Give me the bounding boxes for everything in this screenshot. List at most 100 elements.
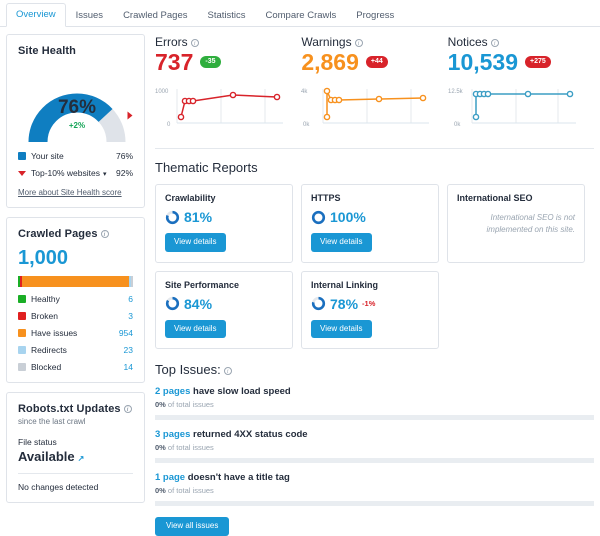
chevron-down-icon[interactable]: ▾	[103, 171, 107, 178]
donut-icon	[165, 210, 180, 224]
notices-axis-bottom: 0k	[454, 122, 461, 128]
thematic-card-internal-linking[interactable]: Internal Linking 78% -1% View details	[301, 270, 439, 350]
metric-notices-value: 10,539	[447, 49, 519, 75]
info-icon[interactable]: i	[354, 39, 363, 47]
metric-warnings-badge: +44	[365, 56, 388, 68]
legend-value-have-issues[interactable]: 954	[119, 328, 133, 338]
donut-icon	[311, 297, 326, 311]
top-issue-3-sub: of total issues	[165, 486, 214, 496]
thematic-reports-title: Thematic Reports	[155, 160, 258, 176]
info-icon[interactable]: i	[490, 39, 499, 47]
legend-swatch-broken	[18, 312, 26, 320]
notices-sparkline: 12.5k 0k	[448, 81, 584, 136]
crawled-row-redirects: Redirects 23	[18, 345, 133, 355]
metric-errors-label: Errors	[155, 35, 188, 49]
crawled-pages-total: 1,000	[18, 247, 69, 269]
legend-row-benchmark[interactable]: Top-10% websites ▾ 92%	[18, 168, 133, 178]
donut-icon	[311, 210, 326, 224]
thematic-card-internal-linking-title: Internal Linking	[311, 279, 379, 290]
thematic-reports-row-1: Crawlability 81% View details HTTPS 100%…	[155, 184, 594, 263]
info-icon[interactable]: i	[123, 405, 132, 413]
metric-notices: Notices i 10,539 +275 12.5k 0k	[448, 35, 594, 136]
tab-compare-crawls[interactable]: Compare Crawls	[256, 4, 347, 28]
legend-value-benchmark: 92%	[115, 168, 133, 178]
left-column: Site Health 76% +2% Your site 76% Top-10…	[6, 34, 145, 536]
top-issue-2-count[interactable]: 3 pages	[155, 429, 190, 440]
view-all-issues-button[interactable]: View all issues	[155, 517, 230, 536]
tab-progress[interactable]: Progress	[346, 4, 404, 28]
top-issue-2-sub: of total issues	[165, 443, 214, 453]
site-health-more-link[interactable]: More about Site Health score	[18, 188, 133, 197]
legend-label-healthy: Healthy	[31, 294, 60, 304]
legend-label-benchmark: Top-10% websites	[31, 168, 100, 178]
metric-errors: Errors i 737 -35 1000 0	[155, 35, 301, 136]
stack-segment-blocked[interactable]	[131, 276, 133, 287]
stack-segment-have-issues[interactable]	[21, 276, 129, 287]
tab-overview[interactable]: Overview	[6, 2, 66, 27]
warnings-axis-bottom: 0k	[303, 122, 310, 128]
top-issue-1-count[interactable]: 2 pages	[155, 386, 190, 397]
metric-notices-label: Notices	[447, 35, 488, 49]
robots-txt-title: Robots.txt Updates	[18, 403, 121, 415]
site-health-title: Site Health	[18, 45, 76, 57]
metric-warnings: Warnings i 2,869 +44 4k 0k	[301, 35, 447, 136]
view-details-button-internal-linking[interactable]: View details	[311, 319, 372, 339]
info-icon[interactable]: i	[190, 39, 199, 47]
legend-value-broken[interactable]: 3	[128, 311, 133, 321]
thematic-card-https-title: HTTPS	[311, 193, 341, 204]
info-icon[interactable]: i	[100, 230, 109, 238]
warnings-sparkline: 4k 0k	[301, 81, 437, 136]
site-health-delta: +2%	[68, 121, 86, 130]
thematic-card-crawlability[interactable]: Crawlability 81% View details	[155, 184, 293, 263]
legend-swatch-your-site	[18, 152, 26, 160]
top-issue-1-sub: of total issues	[165, 400, 214, 410]
thematic-card-international-seo-title: International SEO	[457, 193, 533, 204]
legend-value-redirects[interactable]: 23	[124, 345, 133, 355]
notices-axis-top: 12.5k	[448, 89, 464, 95]
robots-txt-subtitle: since the last crawl	[18, 417, 86, 426]
thematic-card-international-seo-empty: International SEO is not implemented on …	[486, 213, 576, 235]
top-issue-2-pct: 0%	[155, 443, 166, 453]
top-issue-1-pct: 0%	[155, 400, 166, 410]
tab-crawled-pages[interactable]: Crawled Pages	[113, 4, 197, 28]
triangle-marker-icon	[18, 170, 26, 176]
external-link-icon[interactable]: ↗	[78, 454, 85, 463]
view-details-button-site-performance[interactable]: View details	[165, 319, 226, 339]
view-details-button-https[interactable]: View details	[311, 233, 372, 252]
top-issue-3-progress-bar	[155, 501, 594, 507]
legend-label-your-site: Your site	[31, 151, 64, 161]
thematic-card-internal-linking-delta: -1%	[362, 299, 376, 309]
legend-label-have-issues: Have issues	[31, 328, 78, 338]
legend-label-blocked: Blocked	[31, 362, 62, 372]
legend-row-your-site: Your site 76%	[18, 151, 133, 161]
site-health-gauge: 76% +2%	[18, 66, 136, 144]
metric-errors-value: 737	[155, 49, 194, 75]
overview-page: Site Health 76% +2% Your site 76% Top-10…	[0, 27, 600, 536]
errors-sparkline: 1000 0	[155, 81, 291, 136]
legend-swatch-healthy	[18, 295, 26, 303]
divider	[155, 148, 594, 150]
thematic-card-https[interactable]: HTTPS 100% View details	[301, 184, 439, 263]
donut-icon	[165, 297, 180, 311]
crawled-row-healthy: Healthy 6	[18, 294, 133, 304]
crawled-row-blocked: Blocked 14	[18, 362, 133, 372]
top-issue-3-count[interactable]: 1 page	[155, 472, 185, 483]
thematic-reports-row-2: Site Performance 84% View details Intern…	[155, 270, 594, 350]
crawled-row-have-issues: Have issues 954	[18, 328, 133, 338]
metric-errors-badge: -35	[200, 56, 221, 68]
thematic-card-internal-linking-pct: 78%	[330, 295, 359, 312]
crawled-pages-stacked-bar	[18, 276, 133, 287]
legend-swatch-blocked	[18, 363, 26, 371]
view-details-button-crawlability[interactable]: View details	[165, 233, 226, 252]
tab-issues[interactable]: Issues	[66, 4, 113, 28]
legend-swatch-redirects	[18, 346, 26, 354]
thematic-card-site-performance[interactable]: Site Performance 84% View details	[155, 270, 293, 350]
tab-statistics[interactable]: Statistics	[197, 4, 255, 28]
legend-value-healthy[interactable]: 6	[128, 294, 133, 304]
top-issue-2-text: returned 4XX status code	[190, 429, 308, 441]
main-tab-bar: Overview Issues Crawled Pages Statistics…	[0, 0, 600, 27]
gauge-center: 76% +2%	[18, 98, 136, 130]
info-icon[interactable]: i	[223, 367, 232, 376]
top-issue-1-text: have slow load speed	[190, 386, 291, 398]
legend-value-blocked[interactable]: 14	[124, 362, 133, 372]
